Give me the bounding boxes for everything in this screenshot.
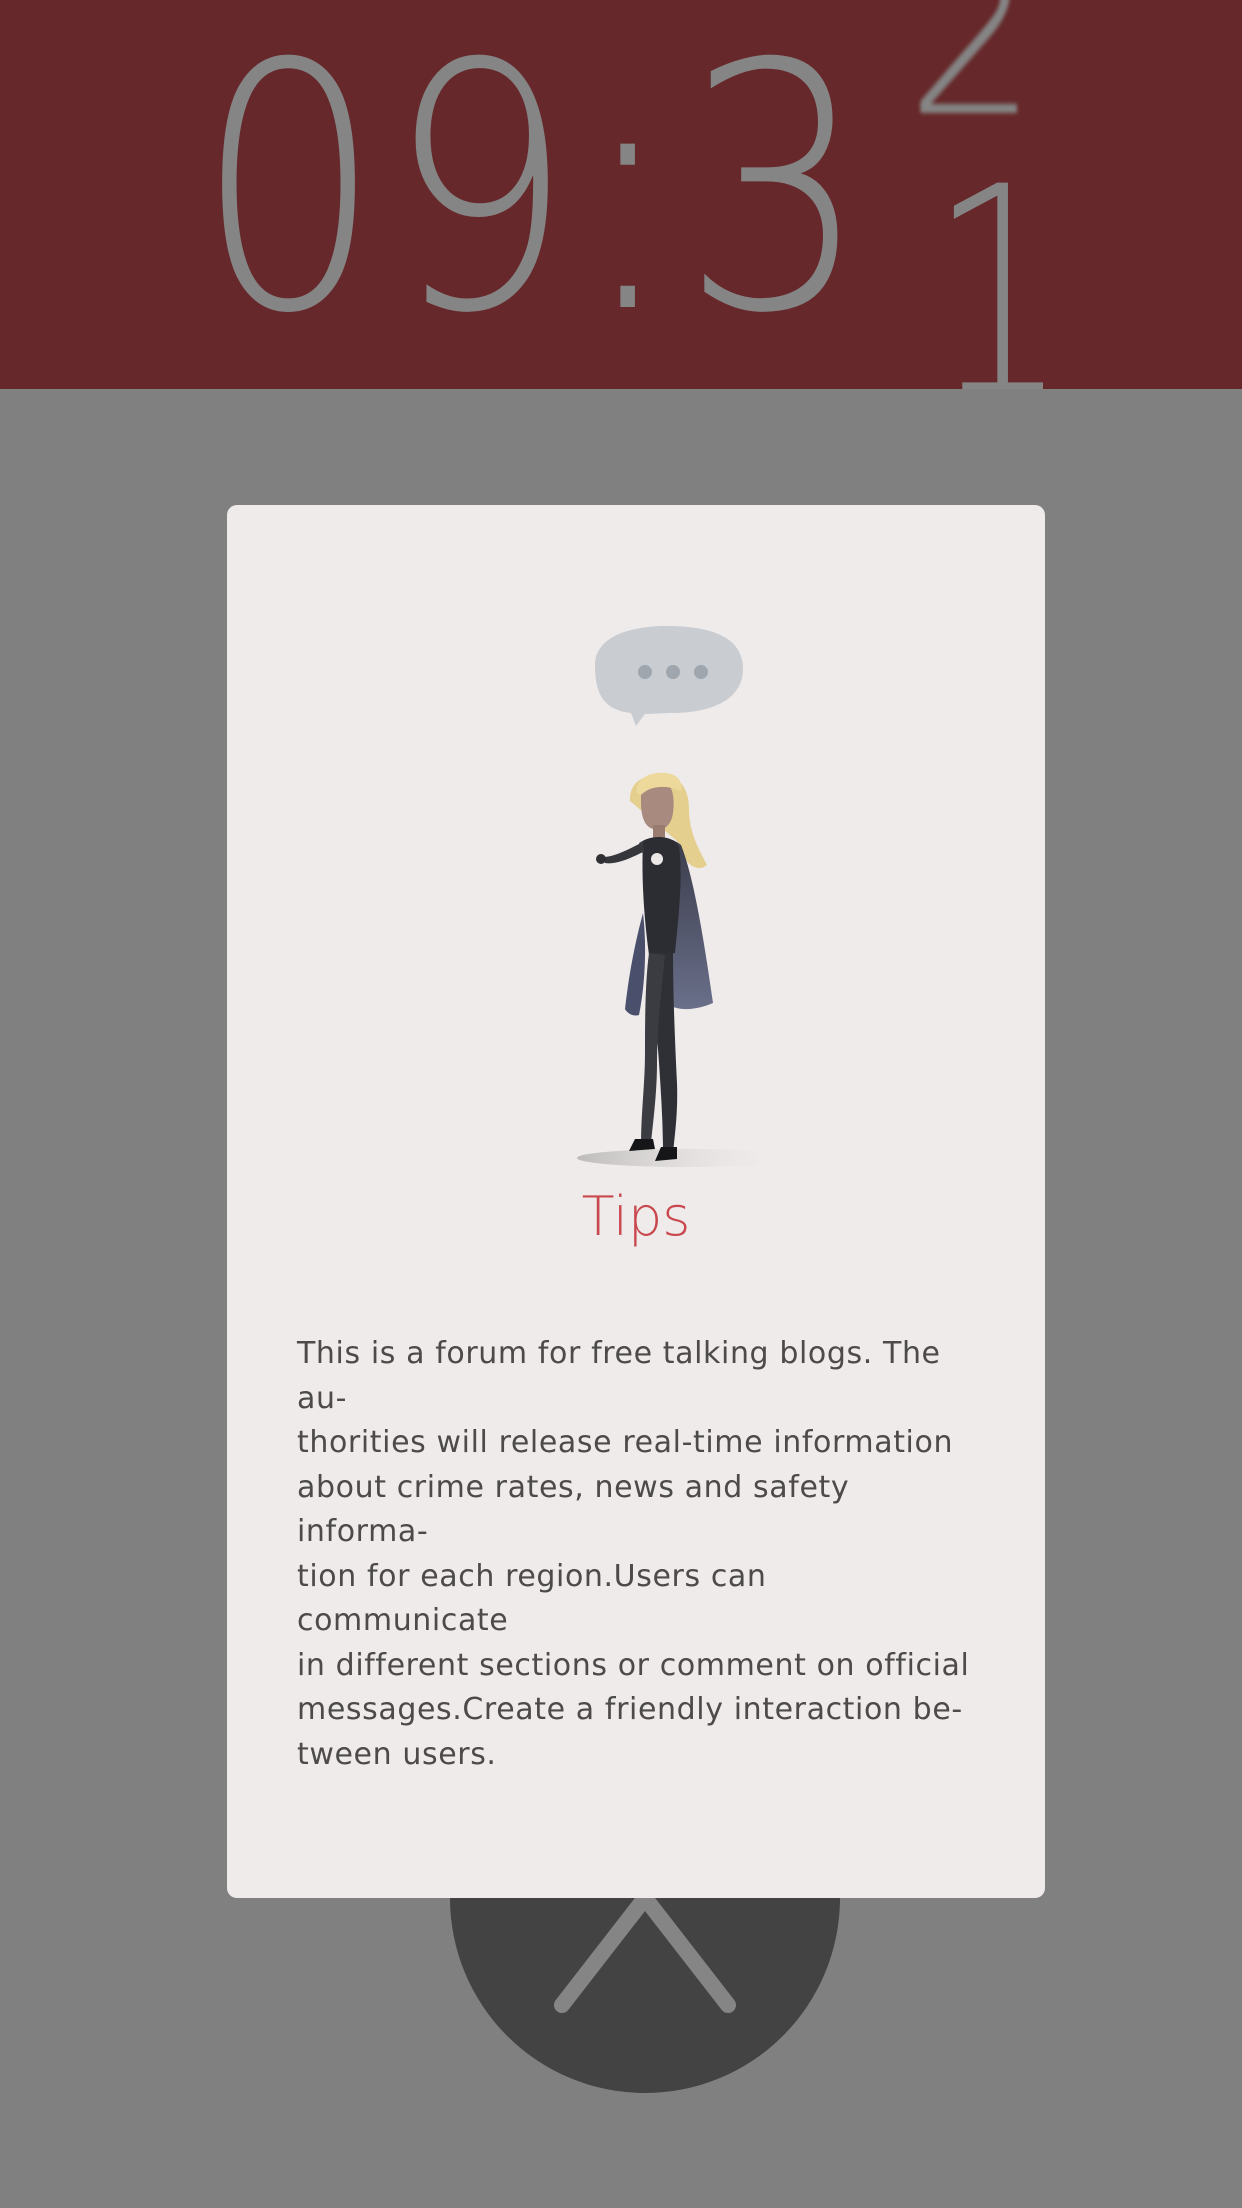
woman-speech-bubble-illustration	[577, 626, 757, 1167]
tips-description-line: thorities will release real-time informa…	[297, 1425, 954, 1460]
tips-description-line: messages.Create a friendly interaction b…	[297, 1692, 963, 1727]
top-banner: 09:3 2 1	[0, 0, 1242, 389]
tips-card: Tips This is a forum for free talking bl…	[227, 505, 1045, 1898]
tips-title: Tips	[581, 1185, 691, 1248]
tips-description: This is a forum for free talking blogs. …	[297, 1332, 987, 1777]
speech-bubble-icon	[595, 626, 743, 726]
clock-flip-digit-current: 1	[930, 126, 1069, 390]
clock-time: 09:3	[196, 0, 874, 388]
clock: 09:3 2 1	[0, 0, 1242, 389]
tips-description-line: tween users.	[297, 1736, 497, 1772]
tips-description-line: about crime rates, news and safety infor…	[297, 1469, 850, 1550]
tips-description-line: in different sections or comment on offi…	[297, 1647, 970, 1683]
tips-description-line: tion for each region.Users can communica…	[297, 1558, 767, 1639]
tips-description-line: This is a forum for free talking blogs. …	[297, 1336, 941, 1416]
